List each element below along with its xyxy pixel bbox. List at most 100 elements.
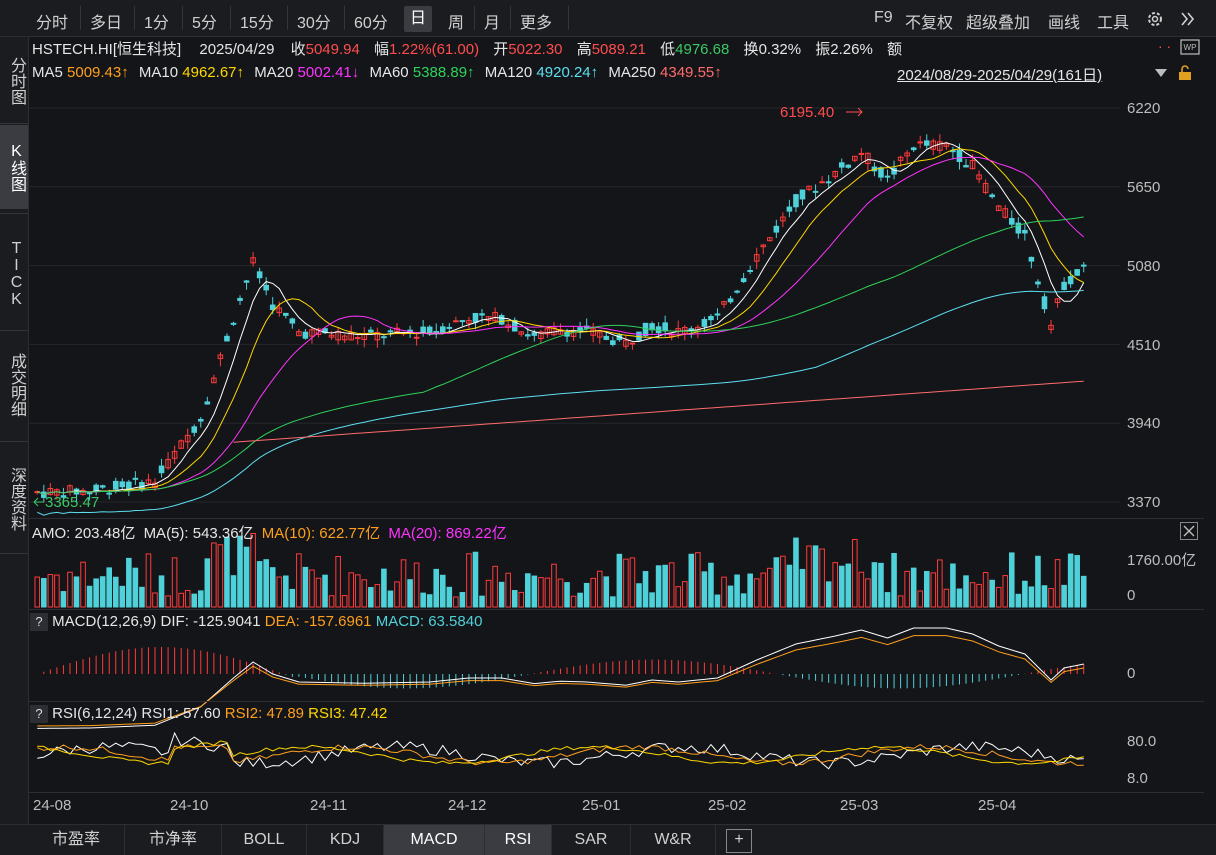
help-icon[interactable]: ?: [30, 705, 48, 723]
amo-value: AMO: 203.48亿: [32, 525, 136, 542]
volume-bar: [119, 585, 126, 608]
candlestick: [453, 320, 459, 323]
volume-bar: [1074, 555, 1080, 608]
volume-bar: [67, 571, 73, 608]
volume-bar: [531, 575, 538, 608]
volume-bar: [237, 535, 243, 608]
rsi-axis-bottom: 8.0: [1127, 770, 1148, 787]
volume-bar: [1028, 586, 1035, 608]
candlestick: [1080, 264, 1087, 267]
volume-bar: [923, 571, 930, 608]
volume-bar: [603, 576, 610, 608]
volume-bar: [884, 592, 891, 608]
close-icon[interactable]: [1180, 522, 1198, 540]
candlestick: [191, 426, 198, 433]
volume-bar: [950, 563, 956, 608]
candlestick: [917, 141, 924, 144]
volume-bar: [472, 551, 479, 608]
vol-ma5: MA(5): 543.36亿: [143, 525, 254, 542]
candlestick: [112, 480, 119, 490]
volume-bar: [773, 557, 780, 608]
volume-bar: [819, 548, 825, 608]
ma5-line: [37, 142, 1085, 496]
volume-bar: [302, 566, 309, 608]
candlestick: [793, 194, 799, 208]
price-tick: 3940: [1127, 415, 1161, 432]
candlestick: [812, 190, 819, 193]
volume-bar: [433, 568, 440, 608]
volume-bar: [47, 574, 54, 608]
volume-axis-top: 1760.00亿: [1127, 552, 1197, 569]
volume-bar: [727, 585, 734, 608]
macd-histogram-value: MACD: 63.5840: [375, 613, 483, 630]
tab-pb[interactable]: 市净率: [125, 825, 222, 855]
volume-bar: [1015, 593, 1022, 608]
macd-dea: DEA: -157.6961: [264, 613, 372, 630]
rsi-legend: ? RSI(6,12,24) RSI1: 57.60 RSI2: 47.89 R…: [30, 705, 387, 723]
help-icon[interactable]: ?: [30, 613, 48, 631]
volume-bar: [498, 581, 505, 608]
volume-bar: [132, 567, 139, 608]
candlestick: [439, 326, 446, 334]
volume-bar: [413, 562, 420, 608]
candlestick: [106, 492, 113, 495]
volume-bar: [1041, 585, 1048, 608]
volume-bar: [106, 567, 113, 608]
volume-bar: [655, 565, 662, 608]
volume-bar: [112, 576, 119, 608]
candlestick: [642, 322, 649, 337]
candlestick: [269, 304, 276, 311]
volume-bar: [917, 590, 924, 608]
candlestick: [838, 162, 845, 168]
volume-bar: [361, 579, 368, 608]
volume-bar: [1080, 575, 1087, 608]
volume-bar: [930, 572, 937, 608]
date-tick: 25-02: [708, 797, 747, 814]
tab-macd[interactable]: MACD: [384, 825, 485, 855]
volume-bar: [256, 561, 263, 608]
high-annotation: 6195.40: [780, 104, 835, 121]
candlestick: [825, 181, 832, 184]
volume-bar: [865, 578, 871, 608]
date-tick: 25-04: [978, 797, 1017, 814]
candlestick: [204, 401, 211, 405]
volume-bar: [145, 553, 152, 608]
tab-pe[interactable]: 市盈率: [28, 825, 125, 855]
volume-bar: [479, 595, 485, 608]
volume-bar: [1035, 555, 1041, 608]
macd-legend: ? MACD(12,26,9) DIF: -125.9041 DEA: -157…: [30, 613, 482, 631]
volume-bar: [878, 562, 884, 608]
volume-bar: [518, 591, 525, 608]
volume-bar: [126, 557, 132, 608]
ma10-line: [37, 148, 1084, 496]
volume-bar: [426, 594, 433, 608]
tab-sar[interactable]: SAR: [552, 825, 631, 855]
volume-bar: [806, 545, 812, 608]
tab-kdj[interactable]: KDJ: [307, 825, 384, 855]
volume-bar: [662, 564, 668, 608]
tab-wr[interactable]: W&R: [631, 825, 716, 855]
volume-bar: [34, 576, 41, 608]
candlestick: [446, 326, 453, 329]
volume-bar: [675, 586, 682, 608]
volume-bar: [734, 574, 740, 608]
add-tab-icon[interactable]: +: [726, 829, 752, 853]
volume-bar: [354, 574, 361, 608]
low-annotation: 3365.47: [45, 494, 100, 511]
candlestick: [525, 334, 531, 337]
indicator-tabs: 市盈率 市净率 BOLL KDJ MACD RSI SAR W&R +: [0, 824, 1216, 855]
volume-bar: [309, 569, 315, 608]
tab-boll[interactable]: BOLL: [222, 825, 307, 855]
volume-bar: [825, 581, 832, 608]
volume-bar: [197, 590, 204, 608]
volume-bar: [943, 588, 950, 608]
candlestick: [701, 319, 708, 327]
volume-bar: [492, 565, 498, 608]
tab-rsi[interactable]: RSI: [485, 825, 552, 855]
candlestick: [433, 330, 440, 333]
volume-bar: [982, 572, 989, 608]
ma250-line: [233, 380, 1084, 443]
candlestick: [923, 140, 930, 146]
rsi2-value: RSI2: 47.89: [224, 705, 304, 722]
volume-bar: [453, 596, 459, 608]
